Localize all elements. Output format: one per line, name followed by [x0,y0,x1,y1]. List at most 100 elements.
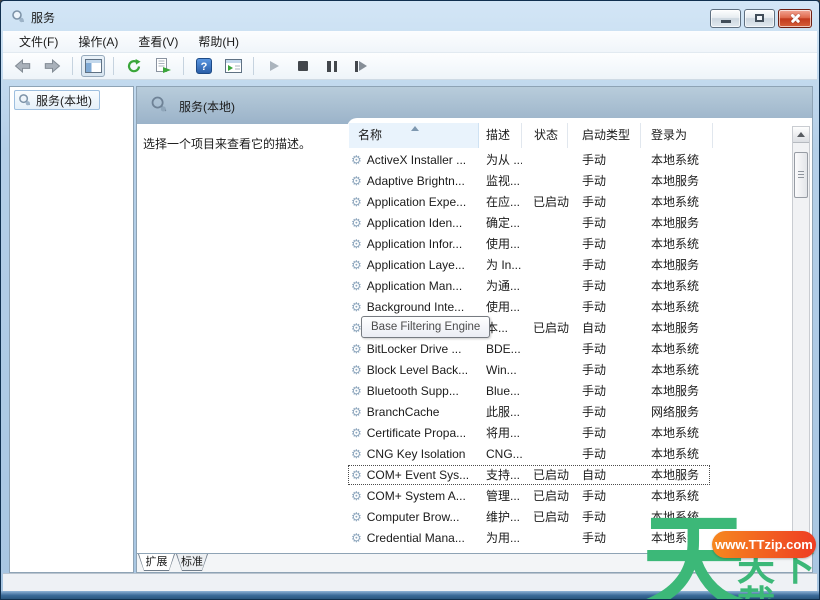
table-row[interactable]: ⚙ActiveX Installer ...为从 ...手动本地系统 [347,150,792,171]
service-status-cell [533,423,571,444]
table-row[interactable]: ⚙Application Iden...确定...手动本地服务 [347,213,792,234]
service-logon-cell: 网络服务 [651,402,713,423]
service-name-text: BitLocker Drive ... [367,339,462,360]
table-row[interactable]: ⚙Application Laye...为 In...手动本地服务 [347,255,792,276]
service-logon-cell: 本地系统 [651,150,713,171]
table-row[interactable]: ⚙Block Level Back...Win...手动本地系统 [347,360,792,381]
minimize-button[interactable] [710,9,741,28]
table-row[interactable]: ⚙BranchCache此服...手动网络服务 [347,402,792,423]
service-desc-cell: Blue... [486,381,522,402]
show-extended-view-button[interactable] [221,55,245,77]
table-row[interactable]: ⚙Application Infor...使用...手动本地系统 [347,234,792,255]
service-startup-cell: 手动 [582,486,640,507]
service-name-cell: ⚙Application Infor... [351,234,478,255]
column-header-status[interactable]: 状态 [522,123,568,148]
service-gear-icon: ⚙ [351,192,362,213]
close-button[interactable] [778,9,812,28]
service-desc-cell: 监视... [486,171,522,192]
service-startup-cell: 自动 [582,318,640,339]
console-tree-panel: 服务(本地) [9,86,134,573]
show-console-tree-icon [85,59,102,73]
tab-extended[interactable]: 扩展 [138,554,175,571]
table-row[interactable]: ⚙CNG Key IsolationCNG...手动本地系统 [347,444,792,465]
vertical-scrollbar[interactable] [792,126,810,550]
service-desc-cell: 为通... [486,276,522,297]
table-row[interactable]: ⚙Application Expe...在应...已启动手动本地系统 [347,192,792,213]
restart-service-button[interactable] [349,55,373,77]
restore-button[interactable] [744,9,775,28]
service-name-cell: ⚙CNG Key Isolation [351,444,478,465]
menu-file[interactable]: 文件(F) [9,31,68,52]
service-logon-cell: 本地系统 [651,444,713,465]
column-header-startup-type[interactable]: 启动类型 [568,123,641,148]
service-name-text: Application Expe... [367,192,466,213]
toolbar-separator [253,57,254,75]
service-name-text: BranchCache [367,402,440,423]
service-desc-cell: CNG... [486,444,522,465]
tab-extended-label: 扩展 [139,554,174,570]
service-gear-icon: ⚙ [351,234,362,255]
tree-item-services-local[interactable]: 服务(本地) [14,90,100,110]
show-console-tree-button[interactable] [81,55,105,77]
service-gear-icon: ⚙ [351,507,362,528]
main-panel: 服务(本地) 选择一个项目来查看它的描述。 名称 描述 状态 启动类型 登录为 … [136,86,813,573]
tree-item-label: 服务(本地) [36,92,92,109]
service-name-text: Application Infor... [367,234,462,255]
column-header-logon-as[interactable]: 登录为 [641,123,713,148]
table-row[interactable]: ⚙Application Man...为通...手动本地系统 [347,276,792,297]
title-bar: 服务 [1,1,819,31]
service-status-cell [533,444,571,465]
menu-view[interactable]: 查看(V) [128,31,188,52]
service-status-cell [533,150,571,171]
tab-standard[interactable]: 标准 [176,554,208,571]
service-logon-cell: 本地系统 [651,192,713,213]
start-service-button[interactable] [262,55,286,77]
service-gear-icon: ⚙ [351,255,362,276]
table-header: 名称 描述 状态 启动类型 登录为 [347,118,792,149]
back-button[interactable] [11,55,35,77]
refresh-button[interactable] [122,55,146,77]
service-name-text: Background Inte... [367,297,464,318]
service-status-cell [533,297,571,318]
column-header-description[interactable]: 描述 [479,123,522,148]
service-status-cell [533,276,571,297]
forward-button[interactable] [40,55,64,77]
table-row[interactable]: ⚙Adaptive Brightn...监视...手动本地服务 [347,171,792,192]
service-name-text: Application Man... [367,276,462,297]
service-desc-cell: 为从 ... [486,150,522,171]
menu-action[interactable]: 操作(A) [68,31,128,52]
scrollbar-thumb[interactable] [794,152,808,198]
service-name-text: ActiveX Installer ... [367,150,466,171]
service-logon-cell: 本地系统 [651,234,713,255]
service-status-cell [533,171,571,192]
table-row[interactable]: ⚙BitLocker Drive ...BDE...手动本地系统 [347,339,792,360]
menu-help[interactable]: 帮助(H) [188,31,249,52]
table-row[interactable]: ⚙COM+ Event Sys...支持...已启动自动本地服务 [347,465,792,486]
service-status-cell [533,339,571,360]
table-row[interactable]: ⚙Computer Brow...维护...已启动手动本地系统 [347,507,792,528]
service-desc-cell: 使用... [486,297,522,318]
service-name-text: CNG Key Isolation [367,444,466,465]
refresh-icon [126,58,142,74]
service-gear-icon: ⚙ [351,381,362,402]
service-status-cell [533,213,571,234]
table-row[interactable]: ⚙Background Inte...使用...手动本地系统 [347,297,792,318]
service-name-cell: ⚙Application Man... [351,276,478,297]
service-gear-icon: ⚙ [351,423,362,444]
service-startup-cell: 手动 [582,360,640,381]
table-row[interactable]: ⚙COM+ System A...管理...已启动手动本地系统 [347,486,792,507]
column-header-name[interactable]: 名称 [349,123,479,148]
export-list-button[interactable] [151,55,175,77]
table-row[interactable]: ⚙Bluetooth Supp...Blue...手动本地服务 [347,381,792,402]
help-button[interactable]: ? [192,55,216,77]
service-logon-cell: 本地服务 [651,171,713,192]
pause-service-button[interactable] [320,55,344,77]
service-name-text: Computer Brow... [367,507,460,528]
window-title: 服务 [31,9,55,26]
stop-service-button[interactable] [291,55,315,77]
table-row[interactable]: ⚙Credential Mana...为用...手动本地系统 [347,528,792,549]
scrollbar-up-button[interactable] [793,127,809,143]
service-name-cell: ⚙Application Iden... [351,213,478,234]
table-row[interactable]: ⚙Certificate Propa...将用...手动本地系统 [347,423,792,444]
service-name-cell: ⚙Application Expe... [351,192,478,213]
